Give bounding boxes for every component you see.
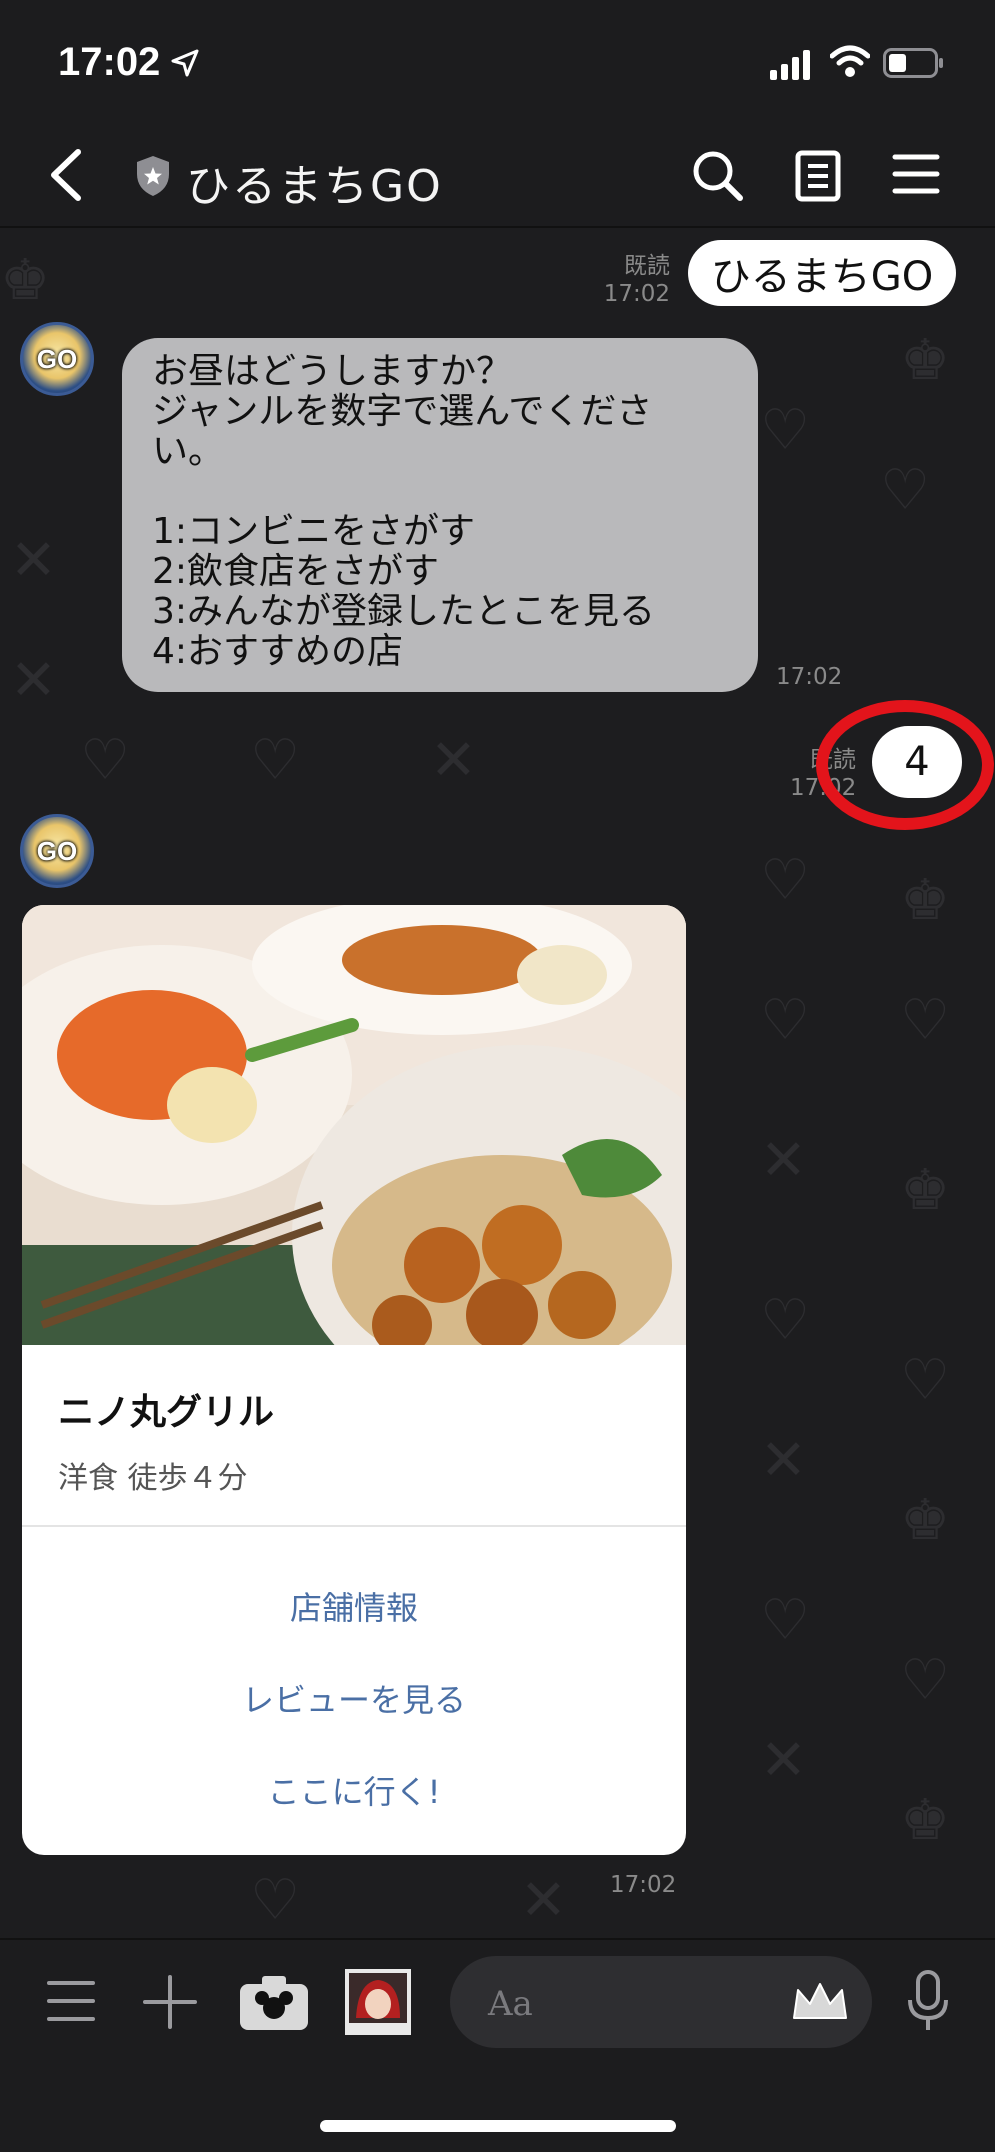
- search-icon[interactable]: [690, 148, 746, 204]
- camera-icon[interactable]: [238, 1972, 310, 2032]
- location-arrow-icon: [171, 49, 199, 77]
- pattern-icon: ♡: [760, 848, 811, 913]
- message-line: お昼はどうしますか？: [152, 351, 513, 392]
- message-line: [152, 472, 728, 512]
- pattern-icon: ♡: [250, 728, 301, 793]
- message-line: ジャンルを数字で選んでくださ: [152, 391, 653, 432]
- pattern-icon: ♡: [760, 1288, 811, 1353]
- message-time: 17:02: [610, 1872, 677, 1898]
- pattern-icon: ♚: [900, 868, 951, 933]
- go-here-button[interactable]: ここに行く!: [22, 1767, 686, 1813]
- message-line: 4:おすすめの店: [152, 631, 404, 672]
- pattern-icon: ♡: [760, 988, 811, 1053]
- message-input-placeholder: Aa: [488, 1984, 533, 2024]
- message-time: 17:02: [776, 664, 843, 690]
- status-time: 17:02: [58, 40, 161, 84]
- store-info-button[interactable]: 店舗情報: [22, 1583, 686, 1629]
- bot-avatar[interactable]: GO: [20, 322, 94, 396]
- pattern-icon: ♡: [250, 1868, 301, 1933]
- pattern-icon: ♚: [900, 1158, 951, 1223]
- message-text: ひるまちGO: [710, 254, 934, 300]
- restaurant-name: ニノ丸グリル: [58, 1392, 275, 1433]
- pattern-icon: ♡: [900, 1348, 951, 1413]
- message-line: 1:コンビニをさがす: [152, 511, 476, 552]
- read-receipt: 既読 17:02: [603, 253, 670, 307]
- back-arrow-icon[interactable]: [44, 148, 88, 202]
- microphone-icon[interactable]: [906, 1970, 950, 2034]
- card-divider: [22, 1525, 686, 1527]
- sticker-image-icon[interactable]: [344, 1968, 412, 2036]
- pattern-icon: ♡: [760, 398, 811, 463]
- restaurant-category-distance: 洋食 徒歩４分: [58, 1461, 248, 1496]
- see-reviews-button[interactable]: レビューを見る: [22, 1675, 686, 1721]
- battery-icon: [883, 48, 943, 78]
- pattern-icon: ✕: [520, 1868, 567, 1933]
- pattern-icon: ♡: [900, 1648, 951, 1713]
- pattern-icon: ♚: [900, 1488, 951, 1553]
- red-circle-annotation: [816, 700, 994, 830]
- notes-icon[interactable]: [795, 150, 841, 202]
- bot-avatar[interactable]: GO: [20, 814, 94, 888]
- pattern-icon: ✕: [760, 1728, 807, 1793]
- pattern-icon: ✕: [760, 1128, 807, 1193]
- pattern-icon: ♚: [900, 1788, 951, 1853]
- pattern-icon: ♚: [0, 248, 51, 313]
- home-indicator: [320, 2120, 676, 2132]
- restaurant-card[interactable]: ニノ丸グリル 洋食 徒歩４分 店舗情報 レビューを見る ここに行く!: [22, 905, 686, 1855]
- pattern-icon: ♡: [80, 728, 131, 793]
- pattern-icon: ♡: [760, 1588, 811, 1653]
- pattern-icon: ✕: [10, 528, 57, 593]
- restaurant-food-image: [22, 905, 686, 1345]
- pattern-icon: ✕: [10, 648, 57, 713]
- pattern-icon: ♡: [880, 458, 931, 523]
- pattern-icon: ♚: [900, 328, 951, 393]
- message-line: い。: [152, 431, 225, 472]
- menu-toggle-icon[interactable]: [46, 1978, 96, 2024]
- chat-title: ひるまちGO: [186, 161, 443, 212]
- plus-icon[interactable]: [142, 1974, 198, 2030]
- cellular-signal-icon: [770, 50, 810, 80]
- menu-icon[interactable]: [892, 152, 940, 196]
- pattern-icon: ✕: [430, 728, 477, 793]
- pattern-icon: ✕: [760, 1428, 807, 1493]
- crown-emoji-icon[interactable]: [790, 1980, 850, 2024]
- message-line: 2:飲食店をさがす: [152, 551, 440, 592]
- bot-message-bubble[interactable]: お昼はどうしますか？ ジャンルを数字で選んでくださ い。 1:コンビニをさがす …: [122, 338, 758, 692]
- pattern-icon: ♡: [900, 988, 951, 1053]
- shield-icon: [137, 156, 169, 196]
- message-line: 3:みんなが登録したとこを見る: [152, 591, 656, 632]
- sent-message-bubble[interactable]: ひるまちGO: [688, 240, 956, 306]
- wifi-icon: [830, 45, 870, 77]
